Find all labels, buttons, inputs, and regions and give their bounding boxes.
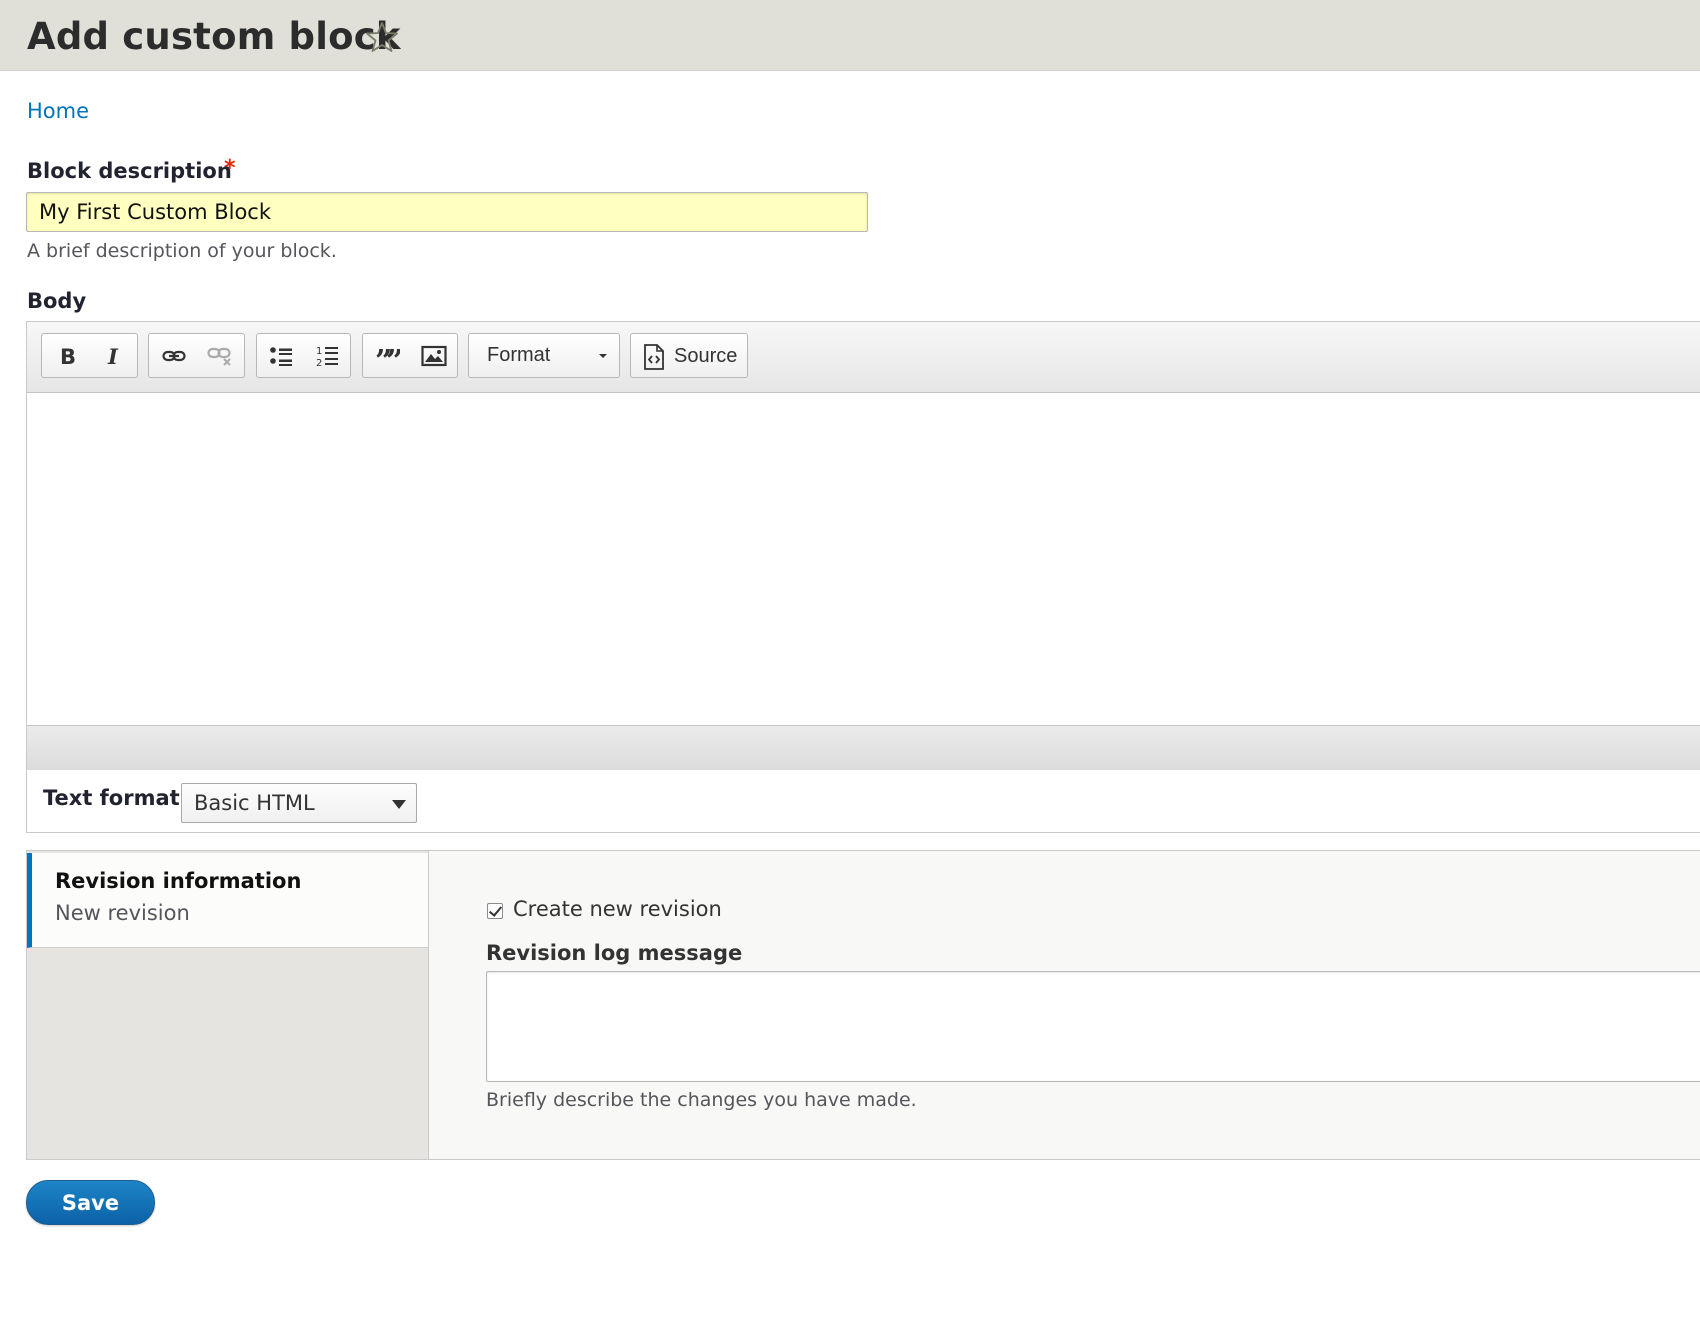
source-button[interactable]: Source <box>630 333 748 378</box>
tab-revision-information[interactable]: Revision information New revision <box>27 853 428 948</box>
star-outline-icon[interactable] <box>366 21 398 53</box>
body-editor: B I 1 2 ” Format Source Text format Basi… <box>26 321 1700 833</box>
toolbar-group-lists: 12 <box>256 333 351 378</box>
svg-text:B: B <box>60 345 76 367</box>
blockquote-button[interactable]: ”” <box>364 334 410 377</box>
text-format-label: Text format <box>43 786 180 810</box>
svg-text:I: I <box>107 345 119 367</box>
italic-icon: I <box>102 345 124 367</box>
unlink-icon <box>207 344 233 368</box>
block-description-help: A brief description of your block. <box>27 240 337 262</box>
text-format-row: Text format Basic HTML <box>27 770 1700 832</box>
bold-icon: B <box>56 345 78 367</box>
page-header: Add custom block <box>0 0 1700 71</box>
required-marker: * <box>224 156 236 181</box>
create-revision-checkbox[interactable] <box>487 903 503 919</box>
numbered-list-button[interactable]: 12 <box>304 334 350 377</box>
svg-text:”: ” <box>386 345 400 367</box>
create-revision-label[interactable]: Create new revision <box>513 897 722 921</box>
svg-text:1: 1 <box>316 346 322 357</box>
toolbar-group-links <box>148 333 245 378</box>
numbered-list-icon: 12 <box>315 344 339 368</box>
unlink-button[interactable] <box>197 334 243 377</box>
source-button-label: Source <box>674 345 738 367</box>
svg-text:2: 2 <box>316 358 322 368</box>
revision-log-textarea[interactable] <box>486 971 1700 1082</box>
link-icon <box>162 346 186 366</box>
page-title: Add custom block <box>27 15 401 58</box>
block-description-input[interactable] <box>26 192 868 232</box>
blockquote-icon: ”” <box>374 345 400 367</box>
toolbar-group-basic: B I <box>41 333 138 378</box>
editor-resize-bar[interactable] <box>27 725 1700 771</box>
text-format-select[interactable]: Basic HTML <box>181 783 417 823</box>
dropdown-arrow-icon <box>392 800 406 809</box>
bold-button[interactable]: B <box>44 334 90 377</box>
image-icon <box>421 345 447 367</box>
bulleted-list-button[interactable] <box>258 334 304 377</box>
format-dropdown[interactable]: Format <box>468 333 620 378</box>
format-dropdown-label: Format <box>487 344 551 366</box>
image-button[interactable] <box>411 334 457 377</box>
revision-log-label: Revision log message <box>486 941 743 965</box>
link-button[interactable] <box>151 334 197 377</box>
bulleted-list-icon <box>269 345 293 367</box>
italic-button[interactable]: I <box>90 334 136 377</box>
revision-log-help: Briefly describe the changes you have ma… <box>486 1089 917 1111</box>
editor-toolbar: B I 1 2 ” Format Source <box>27 322 1700 393</box>
breadcrumb-home-link[interactable]: Home <box>27 99 89 123</box>
toolbar-group-media: ”” <box>362 333 458 378</box>
revision-tab-summary: New revision <box>55 901 190 925</box>
text-format-selected: Basic HTML <box>194 791 315 815</box>
revision-details: Revision information New revision Create… <box>26 850 1700 1160</box>
revision-tab-title: Revision information <box>55 869 302 893</box>
body-label: Body <box>27 289 87 313</box>
save-button[interactable]: Save <box>26 1180 155 1225</box>
body-editable-area[interactable] <box>27 393 1700 725</box>
block-description-label: Block description <box>27 159 232 183</box>
chevron-down-icon <box>599 354 607 358</box>
vertical-tabs-menu: Revision information New revision <box>27 851 429 1159</box>
